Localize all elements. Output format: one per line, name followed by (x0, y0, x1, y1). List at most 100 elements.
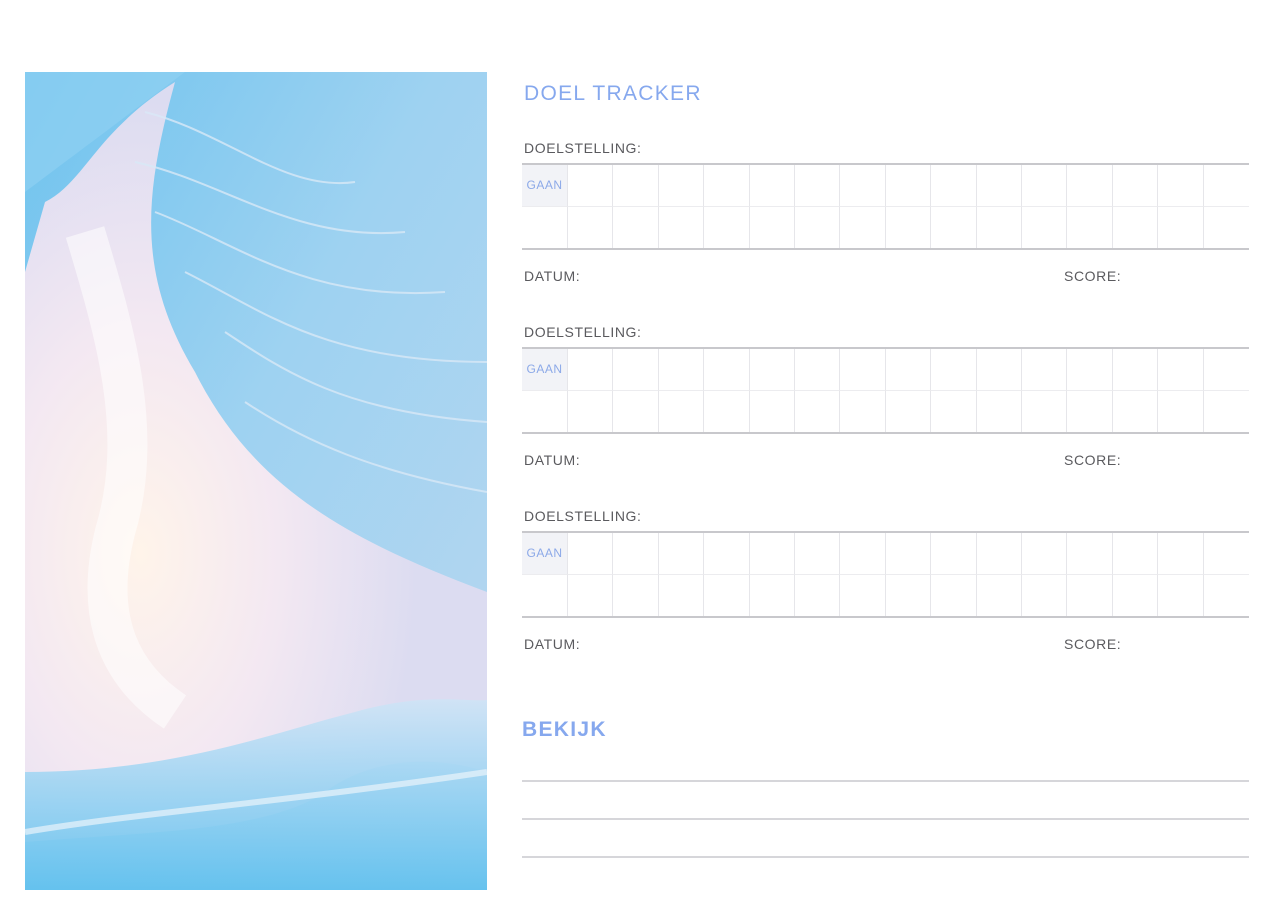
grid-cell[interactable] (977, 390, 1022, 432)
grid-cell[interactable] (1022, 574, 1068, 616)
grid-cell[interactable] (749, 533, 795, 575)
grid-cell[interactable] (931, 206, 977, 248)
grid-cell[interactable] (522, 574, 568, 616)
grid-cell[interactable] (1158, 165, 1204, 207)
grid-cell[interactable] (931, 390, 977, 432)
grid-cell[interactable] (1158, 390, 1204, 432)
grid-cell[interactable] (977, 206, 1022, 248)
review-line[interactable] (522, 780, 1249, 782)
tracking-grid[interactable]: GAAN (522, 531, 1249, 618)
grid-cell[interactable] (977, 574, 1022, 616)
grid-cell[interactable] (1113, 206, 1159, 248)
grid-cell[interactable] (931, 574, 977, 616)
grid-cell[interactable] (750, 574, 795, 616)
grid-cell[interactable] (840, 390, 886, 432)
grid-cell[interactable] (795, 206, 841, 248)
grid-cell[interactable] (886, 206, 932, 248)
grid-cell[interactable] (1022, 349, 1068, 391)
grid-cell[interactable] (1203, 349, 1249, 391)
grid-cell[interactable] (1067, 165, 1113, 207)
grid-cell[interactable] (885, 533, 932, 575)
grid-cell[interactable] (704, 165, 750, 207)
grid-cell[interactable] (1067, 349, 1113, 391)
grid-cell[interactable] (1022, 165, 1068, 207)
grid-cell[interactable] (976, 533, 1022, 575)
grid-cell[interactable] (1113, 574, 1159, 616)
grid-cell[interactable] (1112, 349, 1159, 391)
grid-cell[interactable] (886, 390, 932, 432)
grid-cell[interactable] (885, 349, 932, 391)
grid-cell[interactable] (795, 165, 841, 207)
grid-cell[interactable] (659, 574, 705, 616)
grid-cell[interactable] (1158, 533, 1204, 575)
grid-cell[interactable] (749, 349, 795, 391)
grid-cell[interactable] (795, 533, 841, 575)
grid-cell[interactable] (795, 574, 841, 616)
review-line[interactable] (522, 856, 1249, 858)
grid-cell[interactable] (659, 206, 705, 248)
grid-cell[interactable] (1022, 206, 1068, 248)
grid-cell[interactable] (1067, 533, 1113, 575)
grid-cell[interactable] (704, 574, 750, 616)
grid-cell[interactable] (931, 165, 977, 207)
grid-cell[interactable] (658, 349, 705, 391)
grid-cell[interactable] (658, 165, 705, 207)
grid-cell[interactable] (704, 533, 750, 575)
grid-cell[interactable] (840, 533, 886, 575)
grid-cell[interactable] (1067, 574, 1113, 616)
grid-cell[interactable] (749, 165, 795, 207)
grid-cell[interactable] (613, 165, 659, 207)
grid-cell[interactable] (840, 206, 886, 248)
grid-cell[interactable] (1158, 206, 1204, 248)
grid-cell[interactable] (568, 574, 614, 616)
grid-cell[interactable] (522, 390, 568, 432)
grid-cell[interactable] (840, 349, 886, 391)
grid-cell[interactable] (976, 165, 1022, 207)
grid-cell[interactable] (1067, 206, 1113, 248)
grid-cell[interactable] (1204, 391, 1249, 433)
grid-cell[interactable] (885, 165, 932, 207)
grid-cell[interactable] (1203, 533, 1249, 575)
review-title: BEKIJK (522, 718, 607, 741)
grid-cell[interactable] (1022, 533, 1068, 575)
grid-cell[interactable] (658, 533, 705, 575)
grid-cell[interactable] (795, 349, 841, 391)
grid-cell[interactable] (613, 206, 659, 248)
grid-cell[interactable] (931, 533, 977, 575)
grid-cell[interactable] (568, 349, 614, 391)
grid-cell[interactable] (1158, 349, 1204, 391)
grid-cell[interactable] (840, 574, 886, 616)
grid-cell[interactable] (1112, 165, 1159, 207)
grid-cell[interactable] (568, 206, 614, 248)
grid-cell[interactable] (1203, 165, 1249, 207)
grid-cell[interactable] (795, 390, 841, 432)
grid-cell[interactable] (931, 349, 977, 391)
grid-cell[interactable] (750, 206, 795, 248)
tracking-grid[interactable]: GAAN (522, 163, 1249, 250)
grid-cell[interactable] (613, 349, 659, 391)
grid-cell[interactable] (1067, 390, 1113, 432)
grid-cell[interactable] (568, 390, 614, 432)
grid-cell[interactable] (568, 533, 614, 575)
grid-cell[interactable] (1112, 533, 1159, 575)
grid-cell[interactable] (886, 574, 932, 616)
grid-cell[interactable] (522, 206, 568, 248)
grid-cell[interactable] (1113, 390, 1159, 432)
grid-cell[interactable] (659, 390, 705, 432)
grid-cell[interactable] (704, 390, 750, 432)
grid-cell[interactable] (704, 206, 750, 248)
review-line[interactable] (522, 818, 1249, 820)
grid-cell[interactable] (613, 533, 659, 575)
grid-cell[interactable] (704, 349, 750, 391)
tracking-grid[interactable]: GAAN (522, 347, 1249, 434)
grid-cell[interactable] (1022, 390, 1068, 432)
grid-cell[interactable] (1204, 207, 1249, 249)
grid-cell[interactable] (1158, 574, 1204, 616)
grid-cell[interactable] (1204, 575, 1249, 617)
grid-cell[interactable] (568, 165, 614, 207)
grid-cell[interactable] (976, 349, 1022, 391)
grid-cell[interactable] (613, 390, 659, 432)
grid-cell[interactable] (840, 165, 886, 207)
grid-cell[interactable] (750, 390, 795, 432)
grid-cell[interactable] (613, 574, 659, 616)
